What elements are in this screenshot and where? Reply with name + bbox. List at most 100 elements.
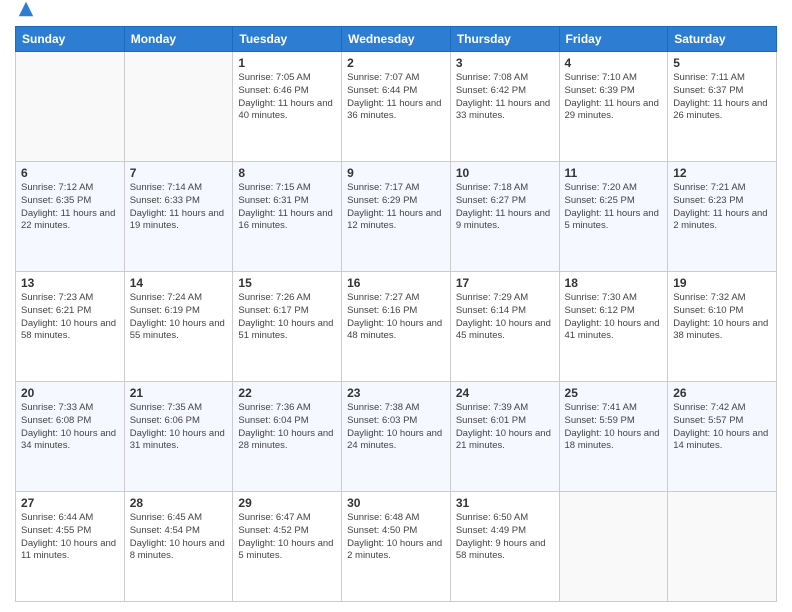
table-row: 19 Sunrise: 7:32 AM Sunset: 6:10 PM Dayli… xyxy=(668,272,777,382)
day-number: 15 xyxy=(238,276,336,290)
day-info: Sunrise: 6:50 AM Sunset: 4:49 PM Dayligh… xyxy=(456,512,554,563)
day-number: 16 xyxy=(347,276,445,290)
day-info: Sunrise: 7:14 AM Sunset: 6:33 PM Dayligh… xyxy=(130,182,228,233)
page: Sunday Monday Tuesday Wednesday Thursday… xyxy=(0,0,792,612)
day-number: 23 xyxy=(347,386,445,400)
day-number: 22 xyxy=(238,386,336,400)
day-info: Sunrise: 7:20 AM Sunset: 6:25 PM Dayligh… xyxy=(565,182,663,233)
day-number: 30 xyxy=(347,496,445,510)
table-row: 14 Sunrise: 7:24 AM Sunset: 6:19 PM Dayli… xyxy=(124,272,233,382)
day-info: Sunrise: 7:17 AM Sunset: 6:29 PM Dayligh… xyxy=(347,182,445,233)
table-row: 8 Sunrise: 7:15 AM Sunset: 6:31 PM Daylig… xyxy=(233,162,342,272)
table-row xyxy=(668,492,777,602)
calendar-week-row: 1Sunrise: 7:05 AM Sunset: 6:46 PM Daylig… xyxy=(16,52,777,162)
table-row: 9 Sunrise: 7:17 AM Sunset: 6:29 PM Daylig… xyxy=(342,162,451,272)
table-row xyxy=(16,52,125,162)
day-number: 18 xyxy=(565,276,663,290)
day-info: Sunrise: 7:33 AM Sunset: 6:08 PM Dayligh… xyxy=(21,402,119,453)
table-row: 31 Sunrise: 6:50 AM Sunset: 4:49 PM Dayli… xyxy=(450,492,559,602)
logo xyxy=(15,14,35,18)
logo-icon xyxy=(17,0,35,18)
day-number: 25 xyxy=(565,386,663,400)
day-number: 10 xyxy=(456,166,554,180)
table-row: 22 Sunrise: 7:36 AM Sunset: 6:04 PM Dayli… xyxy=(233,382,342,492)
header-wednesday: Wednesday xyxy=(342,27,451,52)
table-row: 2 Sunrise: 7:07 AM Sunset: 6:44 PM Daylig… xyxy=(342,52,451,162)
table-row xyxy=(124,52,233,162)
day-info: Sunrise: 7:35 AM Sunset: 6:06 PM Dayligh… xyxy=(130,402,228,453)
day-number: 7 xyxy=(130,166,228,180)
day-info: Sunrise: 7:10 AM Sunset: 6:39 PM Dayligh… xyxy=(565,72,663,123)
day-info: Sunrise: 7:36 AM Sunset: 6:04 PM Dayligh… xyxy=(238,402,336,453)
table-row: 15 Sunrise: 7:26 AM Sunset: 6:17 PM Dayli… xyxy=(233,272,342,382)
table-row: 7 Sunrise: 7:14 AM Sunset: 6:33 PM Daylig… xyxy=(124,162,233,272)
day-info: Sunrise: 7:41 AM Sunset: 5:59 PM Dayligh… xyxy=(565,402,663,453)
day-number: 27 xyxy=(21,496,119,510)
day-info: Sunrise: 7:05 AM Sunset: 6:46 PM Dayligh… xyxy=(238,72,336,123)
calendar-week-row: 27 Sunrise: 6:44 AM Sunset: 4:55 PM Dayli… xyxy=(16,492,777,602)
day-info: Sunrise: 7:29 AM Sunset: 6:14 PM Dayligh… xyxy=(456,292,554,343)
table-row: 11 Sunrise: 7:20 AM Sunset: 6:25 PM Dayli… xyxy=(559,162,668,272)
header-monday: Monday xyxy=(124,27,233,52)
day-info: Sunrise: 7:18 AM Sunset: 6:27 PM Dayligh… xyxy=(456,182,554,233)
table-row: 6Sunrise: 7:12 AM Sunset: 6:35 PM Daylig… xyxy=(16,162,125,272)
day-number: 13 xyxy=(21,276,119,290)
day-info: Sunrise: 7:27 AM Sunset: 6:16 PM Dayligh… xyxy=(347,292,445,343)
day-number: 19 xyxy=(673,276,771,290)
table-row: 21 Sunrise: 7:35 AM Sunset: 6:06 PM Dayli… xyxy=(124,382,233,492)
day-info: Sunrise: 7:23 AM Sunset: 6:21 PM Dayligh… xyxy=(21,292,119,343)
day-number: 9 xyxy=(347,166,445,180)
day-info: Sunrise: 7:39 AM Sunset: 6:01 PM Dayligh… xyxy=(456,402,554,453)
table-row: 28 Sunrise: 6:45 AM Sunset: 4:54 PM Dayli… xyxy=(124,492,233,602)
table-row: 27 Sunrise: 6:44 AM Sunset: 4:55 PM Dayli… xyxy=(16,492,125,602)
day-info: Sunrise: 6:48 AM Sunset: 4:50 PM Dayligh… xyxy=(347,512,445,563)
day-info: Sunrise: 7:21 AM Sunset: 6:23 PM Dayligh… xyxy=(673,182,771,233)
table-row: 10 Sunrise: 7:18 AM Sunset: 6:27 PM Dayli… xyxy=(450,162,559,272)
day-number: 3 xyxy=(456,56,554,70)
day-info: Sunrise: 7:24 AM Sunset: 6:19 PM Dayligh… xyxy=(130,292,228,343)
table-row: 17Sunrise: 7:29 AM Sunset: 6:14 PM Dayli… xyxy=(450,272,559,382)
header-friday: Friday xyxy=(559,27,668,52)
calendar-table: Sunday Monday Tuesday Wednesday Thursday… xyxy=(15,26,777,602)
day-info: Sunrise: 7:11 AM Sunset: 6:37 PM Dayligh… xyxy=(673,72,771,123)
table-row: 16 Sunrise: 7:27 AM Sunset: 6:16 PM Dayli… xyxy=(342,272,451,382)
day-info: Sunrise: 7:32 AM Sunset: 6:10 PM Dayligh… xyxy=(673,292,771,343)
day-number: 26 xyxy=(673,386,771,400)
header-saturday: Saturday xyxy=(668,27,777,52)
day-number: 21 xyxy=(130,386,228,400)
header xyxy=(15,10,777,18)
header-thursday: Thursday xyxy=(450,27,559,52)
day-number: 11 xyxy=(565,166,663,180)
day-number: 12 xyxy=(673,166,771,180)
header-tuesday: Tuesday xyxy=(233,27,342,52)
day-info: Sunrise: 6:47 AM Sunset: 4:52 PM Dayligh… xyxy=(238,512,336,563)
table-row: 29Sunrise: 6:47 AM Sunset: 4:52 PM Dayli… xyxy=(233,492,342,602)
day-info: Sunrise: 6:44 AM Sunset: 4:55 PM Dayligh… xyxy=(21,512,119,563)
calendar-week-row: 13 Sunrise: 7:23 AM Sunset: 6:21 PM Dayli… xyxy=(16,272,777,382)
day-number: 8 xyxy=(238,166,336,180)
table-row: 18Sunrise: 7:30 AM Sunset: 6:12 PM Dayli… xyxy=(559,272,668,382)
table-row: 1Sunrise: 7:05 AM Sunset: 6:46 PM Daylig… xyxy=(233,52,342,162)
table-row: 3 Sunrise: 7:08 AM Sunset: 6:42 PM Daylig… xyxy=(450,52,559,162)
table-row: 12 Sunrise: 7:21 AM Sunset: 6:23 PM Dayli… xyxy=(668,162,777,272)
day-info: Sunrise: 7:26 AM Sunset: 6:17 PM Dayligh… xyxy=(238,292,336,343)
header-sunday: Sunday xyxy=(16,27,125,52)
table-row: 20 Sunrise: 7:33 AM Sunset: 6:08 PM Dayli… xyxy=(16,382,125,492)
day-info: Sunrise: 6:45 AM Sunset: 4:54 PM Dayligh… xyxy=(130,512,228,563)
day-number: 2 xyxy=(347,56,445,70)
table-row: 30 Sunrise: 6:48 AM Sunset: 4:50 PM Dayli… xyxy=(342,492,451,602)
day-number: 20 xyxy=(21,386,119,400)
day-number: 14 xyxy=(130,276,228,290)
table-row xyxy=(559,492,668,602)
day-info: Sunrise: 7:07 AM Sunset: 6:44 PM Dayligh… xyxy=(347,72,445,123)
day-number: 24 xyxy=(456,386,554,400)
day-info: Sunrise: 7:15 AM Sunset: 6:31 PM Dayligh… xyxy=(238,182,336,233)
table-row: 5Sunrise: 7:11 AM Sunset: 6:37 PM Daylig… xyxy=(668,52,777,162)
day-number: 31 xyxy=(456,496,554,510)
table-row: 26 Sunrise: 7:42 AM Sunset: 5:57 PM Dayli… xyxy=(668,382,777,492)
calendar-week-row: 6Sunrise: 7:12 AM Sunset: 6:35 PM Daylig… xyxy=(16,162,777,272)
table-row: 24 Sunrise: 7:39 AM Sunset: 6:01 PM Dayli… xyxy=(450,382,559,492)
day-number: 28 xyxy=(130,496,228,510)
day-info: Sunrise: 7:08 AM Sunset: 6:42 PM Dayligh… xyxy=(456,72,554,123)
day-info: Sunrise: 7:42 AM Sunset: 5:57 PM Dayligh… xyxy=(673,402,771,453)
